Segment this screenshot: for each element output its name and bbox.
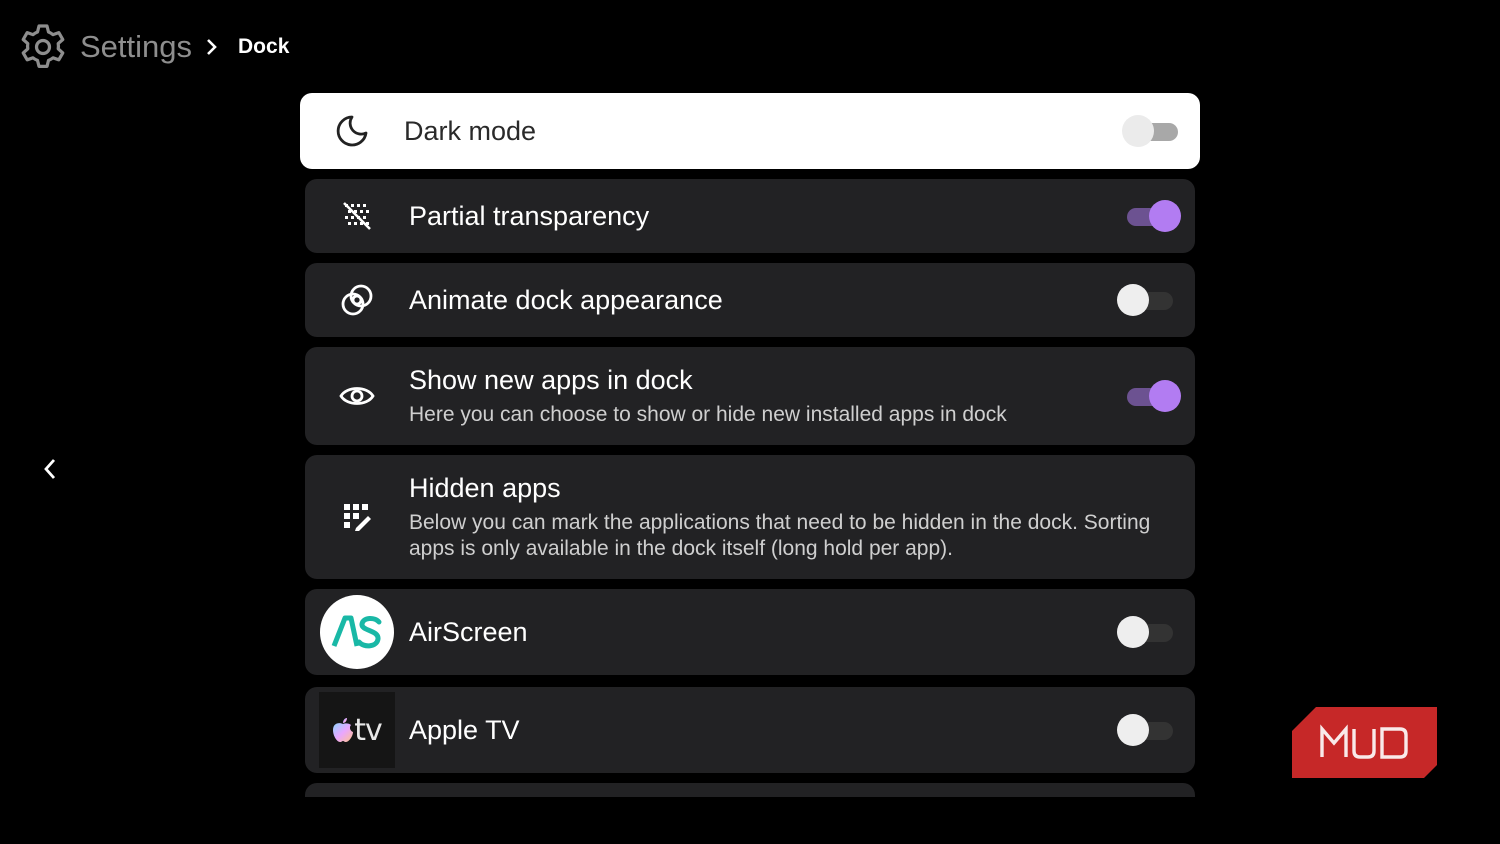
dark-mode-row[interactable]: Dark mode xyxy=(300,93,1200,169)
partial-transparency-row[interactable]: Partial transparency xyxy=(305,179,1195,253)
show-new-apps-toggle[interactable] xyxy=(1123,380,1181,412)
breadcrumb-current: Dock xyxy=(238,35,290,58)
animate-dock-row[interactable]: Animate dock appearance xyxy=(305,263,1195,337)
hidden-apps-label: Hidden apps xyxy=(409,472,561,503)
gear-icon xyxy=(21,24,65,68)
moon-icon xyxy=(336,115,368,147)
airscreen-label: AirScreen xyxy=(409,616,528,647)
eye-icon xyxy=(339,387,375,405)
apple-tv-row[interactable]: tv Apple TV xyxy=(305,687,1195,773)
settings-title[interactable]: Settings xyxy=(80,29,192,65)
dark-mode-toggle[interactable] xyxy=(1122,115,1182,147)
airscreen-row[interactable]: AirScreen xyxy=(305,589,1195,675)
hidden-apps-icon xyxy=(344,504,371,531)
dark-mode-label: Dark mode xyxy=(404,115,537,146)
settings-screen: Settings Dock Dark mode Partial transpar… xyxy=(0,0,1500,844)
airscreen-app-icon xyxy=(320,595,394,669)
apple-tv-toggle[interactable] xyxy=(1117,714,1177,746)
animate-dock-label: Animate dock appearance xyxy=(409,284,723,315)
partial-transparency-toggle[interactable] xyxy=(1123,200,1181,232)
muo-watermark-logo xyxy=(1292,707,1437,778)
header: Settings Dock xyxy=(18,20,289,74)
chevron-right-icon xyxy=(207,39,217,55)
settings-list: Dark mode Partial transparency Animate d… xyxy=(300,93,1200,797)
animate-icon xyxy=(341,284,373,316)
partial-next-row[interactable] xyxy=(305,783,1195,797)
show-new-apps-label: Show new apps in dock xyxy=(409,364,693,395)
apple-tv-logo-text: tv xyxy=(354,712,383,748)
airscreen-toggle[interactable] xyxy=(1117,616,1177,648)
hidden-apps-row: Hidden apps Below you can mark the appli… xyxy=(305,455,1195,579)
partial-transparency-label: Partial transparency xyxy=(409,200,650,231)
hidden-apps-description: Below you can mark the applications that… xyxy=(409,510,1151,560)
show-new-apps-description: Here you can choose to show or hide new … xyxy=(409,402,1007,426)
back-arrow-icon[interactable] xyxy=(38,456,62,482)
transparency-icon xyxy=(343,202,371,230)
animate-dock-toggle[interactable] xyxy=(1117,284,1177,316)
apple-tv-label: Apple TV xyxy=(409,714,520,745)
apple-tv-app-icon: tv xyxy=(319,692,395,768)
show-new-apps-row[interactable]: Show new apps in dock Here you can choos… xyxy=(305,347,1195,445)
apple-logo-icon xyxy=(333,718,354,742)
